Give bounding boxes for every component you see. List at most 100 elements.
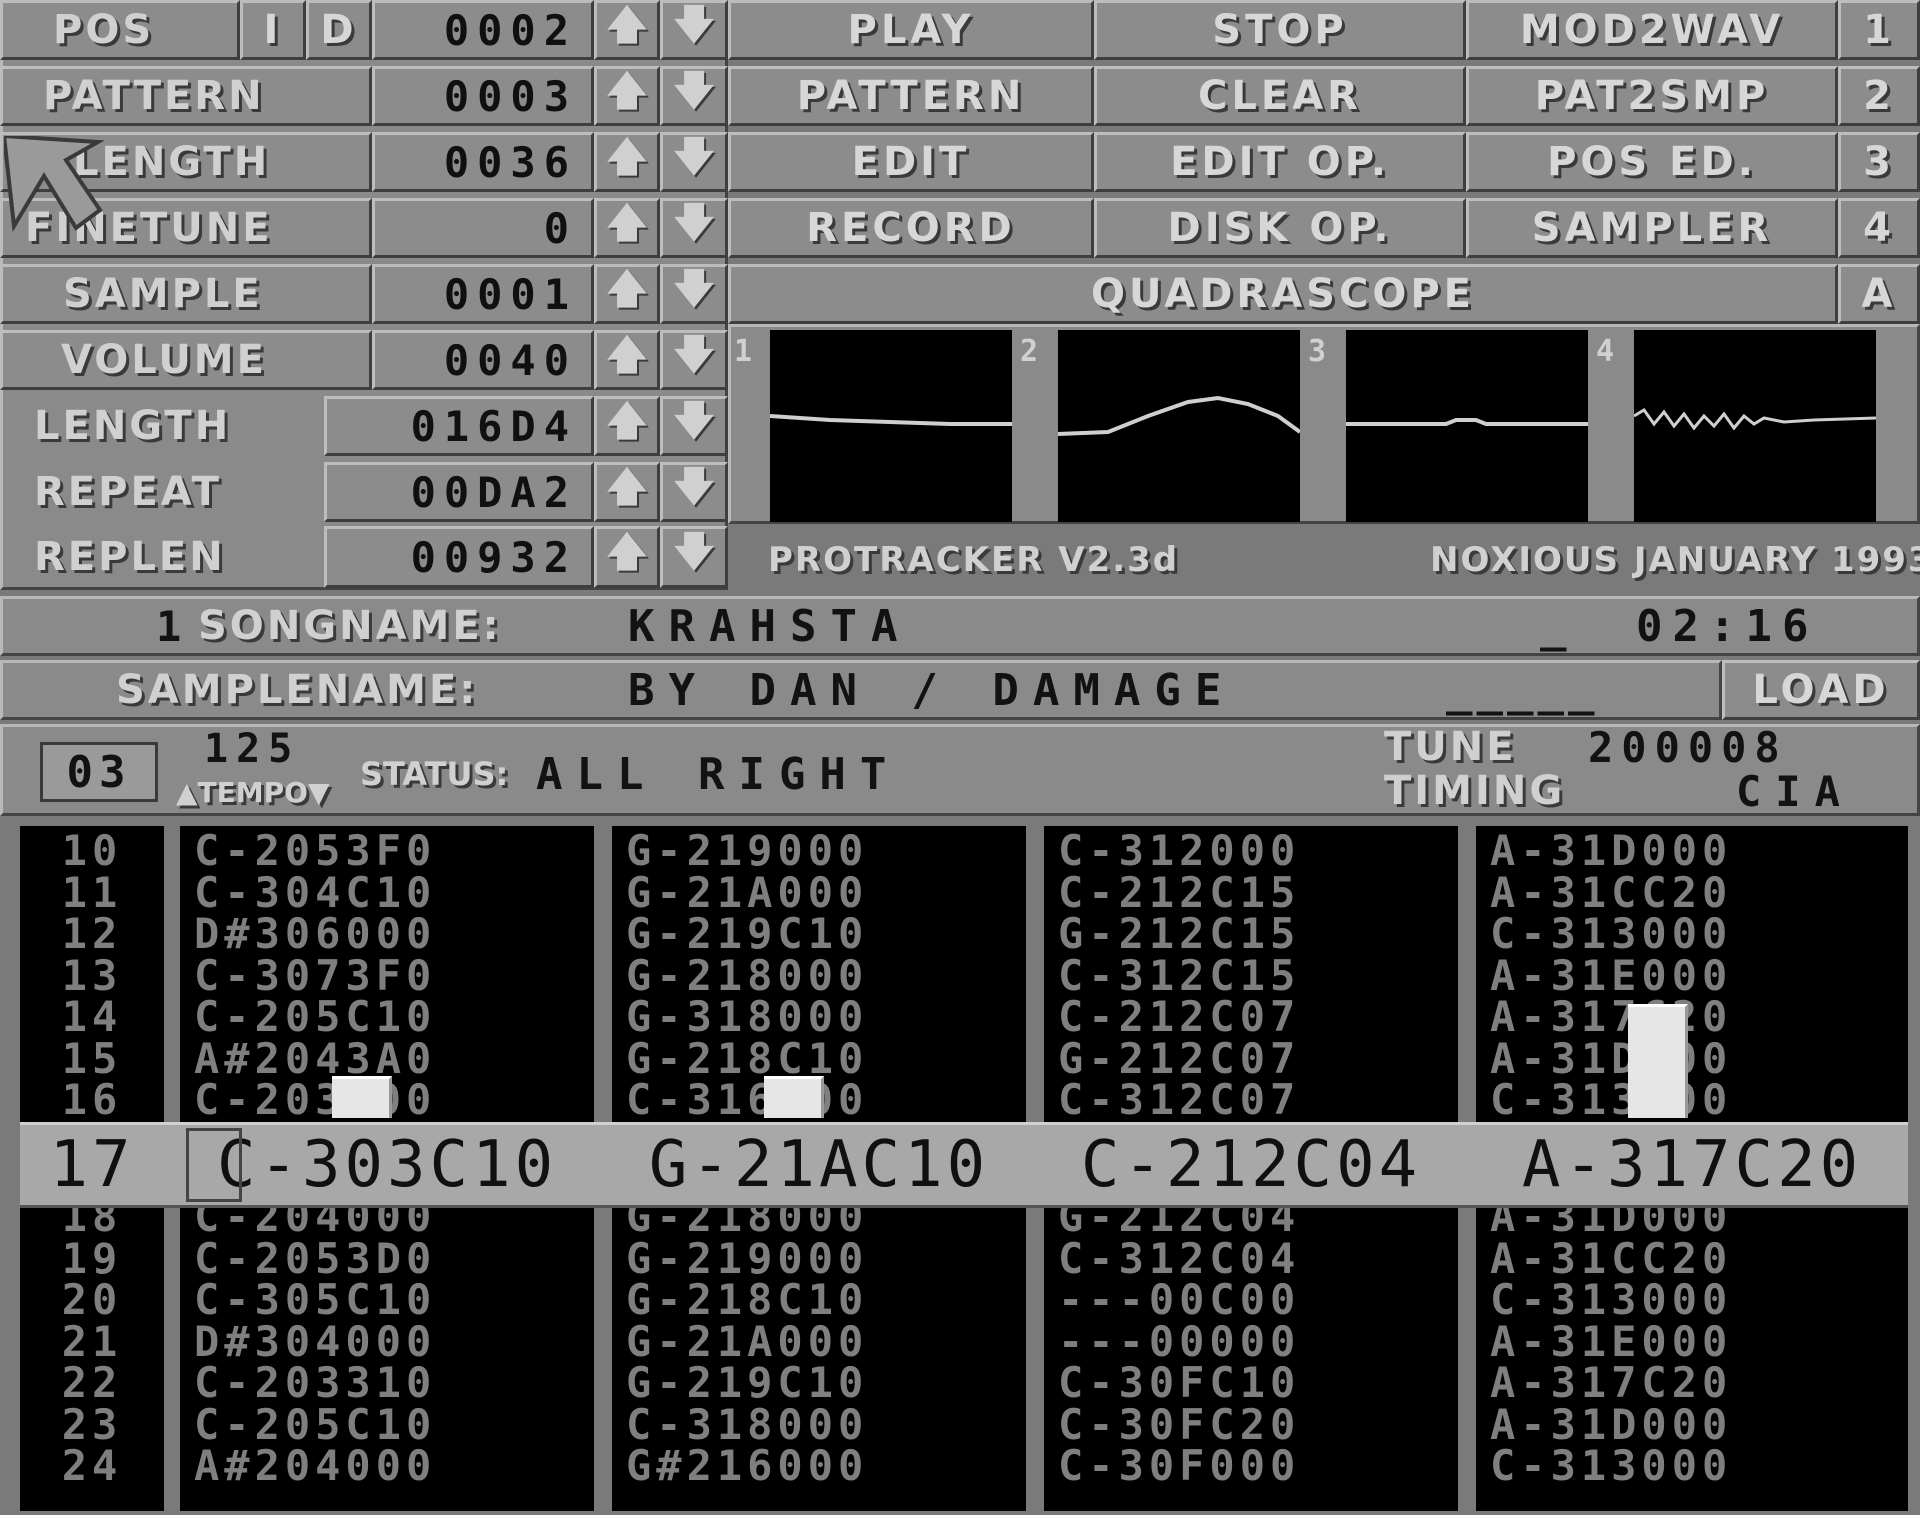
replen-up-arrow-icon[interactable]: 🡅 [594, 526, 660, 588]
repeat-up-arrow-icon[interactable]: 🡅 [594, 462, 660, 522]
pattern-cell[interactable]: ---00000 [1058, 1317, 1458, 1366]
pattern-cell[interactable]: C-2053F0 [194, 826, 594, 875]
pattern-cell[interactable]: C-312C15 [1058, 951, 1458, 1000]
current-row-track-1[interactable]: C-303C10 [186, 1128, 588, 1202]
pattern-cell[interactable]: G#216000 [626, 1441, 1026, 1490]
edit-op-button[interactable]: EDIT OP. [1094, 132, 1466, 192]
key-2-button[interactable]: 2 [1838, 66, 1920, 126]
song-length-value[interactable]: 0036 [372, 132, 594, 192]
tempo-label[interactable]: ▲TEMPO▼ [176, 772, 329, 812]
key-4-button[interactable]: 4 [1838, 198, 1920, 258]
repeat-down-arrow-icon[interactable]: 🡇 [660, 462, 728, 522]
pattern-cell[interactable]: A-31E000 [1490, 1317, 1908, 1366]
replen-down-arrow-icon[interactable]: 🡇 [660, 526, 728, 588]
pattern-cell[interactable]: G-219C10 [626, 1358, 1026, 1407]
sample-length-value[interactable]: 016D4 [324, 396, 594, 456]
current-row-track-2[interactable]: G-21AC10 [618, 1128, 1020, 1202]
repeat-value[interactable]: 00DA2 [324, 462, 594, 522]
sampler-button[interactable]: SAMPLER [1466, 198, 1838, 258]
finetune-up-arrow-icon[interactable]: 🡅 [594, 198, 660, 258]
load-button[interactable]: LOAD [1722, 660, 1920, 720]
pattern-cell[interactable]: C-313000 [1490, 909, 1908, 958]
pos-down-arrow-icon[interactable]: 🡇 [660, 0, 728, 60]
pattern-cell[interactable]: G-212C15 [1058, 909, 1458, 958]
play-button[interactable]: PLAY [728, 0, 1094, 60]
record-button[interactable]: RECORD [728, 198, 1094, 258]
pattern-cell[interactable]: C-203000 [194, 1075, 594, 1124]
pattern-cell[interactable]: C-205C10 [194, 1400, 594, 1449]
current-row-track-3[interactable]: C-212C04 [1050, 1128, 1452, 1202]
sample-length-up-arrow-icon[interactable]: 🡅 [594, 396, 660, 456]
pat2smp-button[interactable]: PAT2SMP [1466, 66, 1838, 126]
pattern-cell[interactable]: G-318000 [626, 992, 1026, 1041]
volume-down-arrow-icon[interactable]: 🡇 [660, 330, 728, 390]
pattern-cell[interactable]: ---00C00 [1058, 1275, 1458, 1324]
pattern-value[interactable]: 0003 [372, 66, 594, 126]
sample-down-arrow-icon[interactable]: 🡇 [660, 264, 728, 324]
pattern-cell[interactable]: C-318000 [626, 1400, 1026, 1449]
sample-value[interactable]: 0001 [372, 264, 594, 324]
samplename-field[interactable]: BY DAN / DAMAGE [628, 664, 1235, 716]
pattern-cell[interactable]: C-2053D0 [194, 1234, 594, 1283]
pattern-cell[interactable]: A#2043A0 [194, 1034, 594, 1083]
pattern-cell[interactable]: A#204000 [194, 1441, 594, 1490]
volume-value[interactable]: 0040 [372, 330, 594, 390]
pattern-cell[interactable]: C-30F000 [1058, 1441, 1458, 1490]
pos-value[interactable]: 0002 [372, 0, 594, 60]
pattern-cell[interactable]: C-30FC20 [1058, 1400, 1458, 1449]
pattern-number-box[interactable]: 03 [40, 742, 158, 802]
finetune-down-arrow-icon[interactable]: 🡇 [660, 198, 728, 258]
pattern-cell[interactable]: C-3073F0 [194, 951, 594, 1000]
pattern-cell[interactable]: C-304C10 [194, 868, 594, 917]
length-down-arrow-icon[interactable]: 🡇 [660, 132, 728, 192]
pattern-cell[interactable]: C-312C07 [1058, 1075, 1458, 1124]
stop-button[interactable]: STOP [1094, 0, 1466, 60]
pattern-play-button[interactable]: PATTERN [728, 66, 1094, 126]
pattern-cell[interactable]: C-203310 [194, 1358, 594, 1407]
clear-button[interactable]: CLEAR [1094, 66, 1466, 126]
pos-ed-button[interactable]: POS ED. [1466, 132, 1838, 192]
pattern-cell[interactable]: A-31CC20 [1490, 1234, 1908, 1283]
pattern-cell[interactable]: A-31D000 [1490, 826, 1908, 875]
pattern-cell[interactable]: A-31E000 [1490, 951, 1908, 1000]
pattern-cell[interactable]: C-316000 [626, 1075, 1026, 1124]
pattern-cell[interactable]: G-218000 [626, 951, 1026, 1000]
pattern-cell[interactable]: A-317C20 [1490, 992, 1908, 1041]
sample-up-arrow-icon[interactable]: 🡅 [594, 264, 660, 324]
current-row-track-4[interactable]: A-317C20 [1482, 1128, 1902, 1202]
volume-up-arrow-icon[interactable]: 🡅 [594, 330, 660, 390]
mod2wav-button[interactable]: MOD2WAV [1466, 0, 1838, 60]
songname-field[interactable]: KRAHSTA [628, 600, 911, 652]
delete-position-button[interactable]: D [306, 0, 372, 60]
pattern-cell[interactable]: C-313000 [1490, 1441, 1908, 1490]
pattern-down-arrow-icon[interactable]: 🡇 [660, 66, 728, 126]
pattern-cell[interactable]: A-31D000 [1490, 1034, 1908, 1083]
length-up-arrow-icon[interactable]: 🡅 [594, 132, 660, 192]
pattern-cell[interactable]: G-219000 [626, 826, 1026, 875]
quadrascope-button[interactable]: QUADRASCOPE [728, 264, 1838, 324]
pattern-cell[interactable]: C-312000 [1058, 826, 1458, 875]
pattern-cell[interactable]: G-219000 [626, 1234, 1026, 1283]
pattern-cell[interactable]: A-317C20 [1490, 1358, 1908, 1407]
pattern-cell[interactable]: C-30FC10 [1058, 1358, 1458, 1407]
pattern-cell[interactable]: G-218C10 [626, 1275, 1026, 1324]
pattern-up-arrow-icon[interactable]: 🡅 [594, 66, 660, 126]
pattern-cell[interactable]: G-21A000 [626, 1317, 1026, 1366]
edit-button[interactable]: EDIT [728, 132, 1094, 192]
pattern-cell[interactable]: C-212C15 [1058, 868, 1458, 917]
pattern-cell[interactable]: D#304000 [194, 1317, 594, 1366]
pattern-cell[interactable]: C-212C07 [1058, 992, 1458, 1041]
pos-up-arrow-icon[interactable]: 🡅 [594, 0, 660, 60]
key-3-button[interactable]: 3 [1838, 132, 1920, 192]
insert-position-button[interactable]: I [240, 0, 306, 60]
pattern-cell[interactable]: C-305C10 [194, 1275, 594, 1324]
finetune-value[interactable]: 0 [372, 198, 594, 258]
tempo-value[interactable]: 125 [204, 726, 300, 772]
pattern-cell[interactable]: G-218C10 [626, 1034, 1026, 1083]
pattern-cell[interactable]: C-205C10 [194, 992, 594, 1041]
key-a-button[interactable]: A [1838, 264, 1920, 324]
pattern-cell[interactable]: C-312C04 [1058, 1234, 1458, 1283]
pattern-cell[interactable]: A-31D000 [1490, 1400, 1908, 1449]
pattern-cell[interactable]: D#306000 [194, 909, 594, 958]
pattern-cell[interactable]: G-21A000 [626, 868, 1026, 917]
